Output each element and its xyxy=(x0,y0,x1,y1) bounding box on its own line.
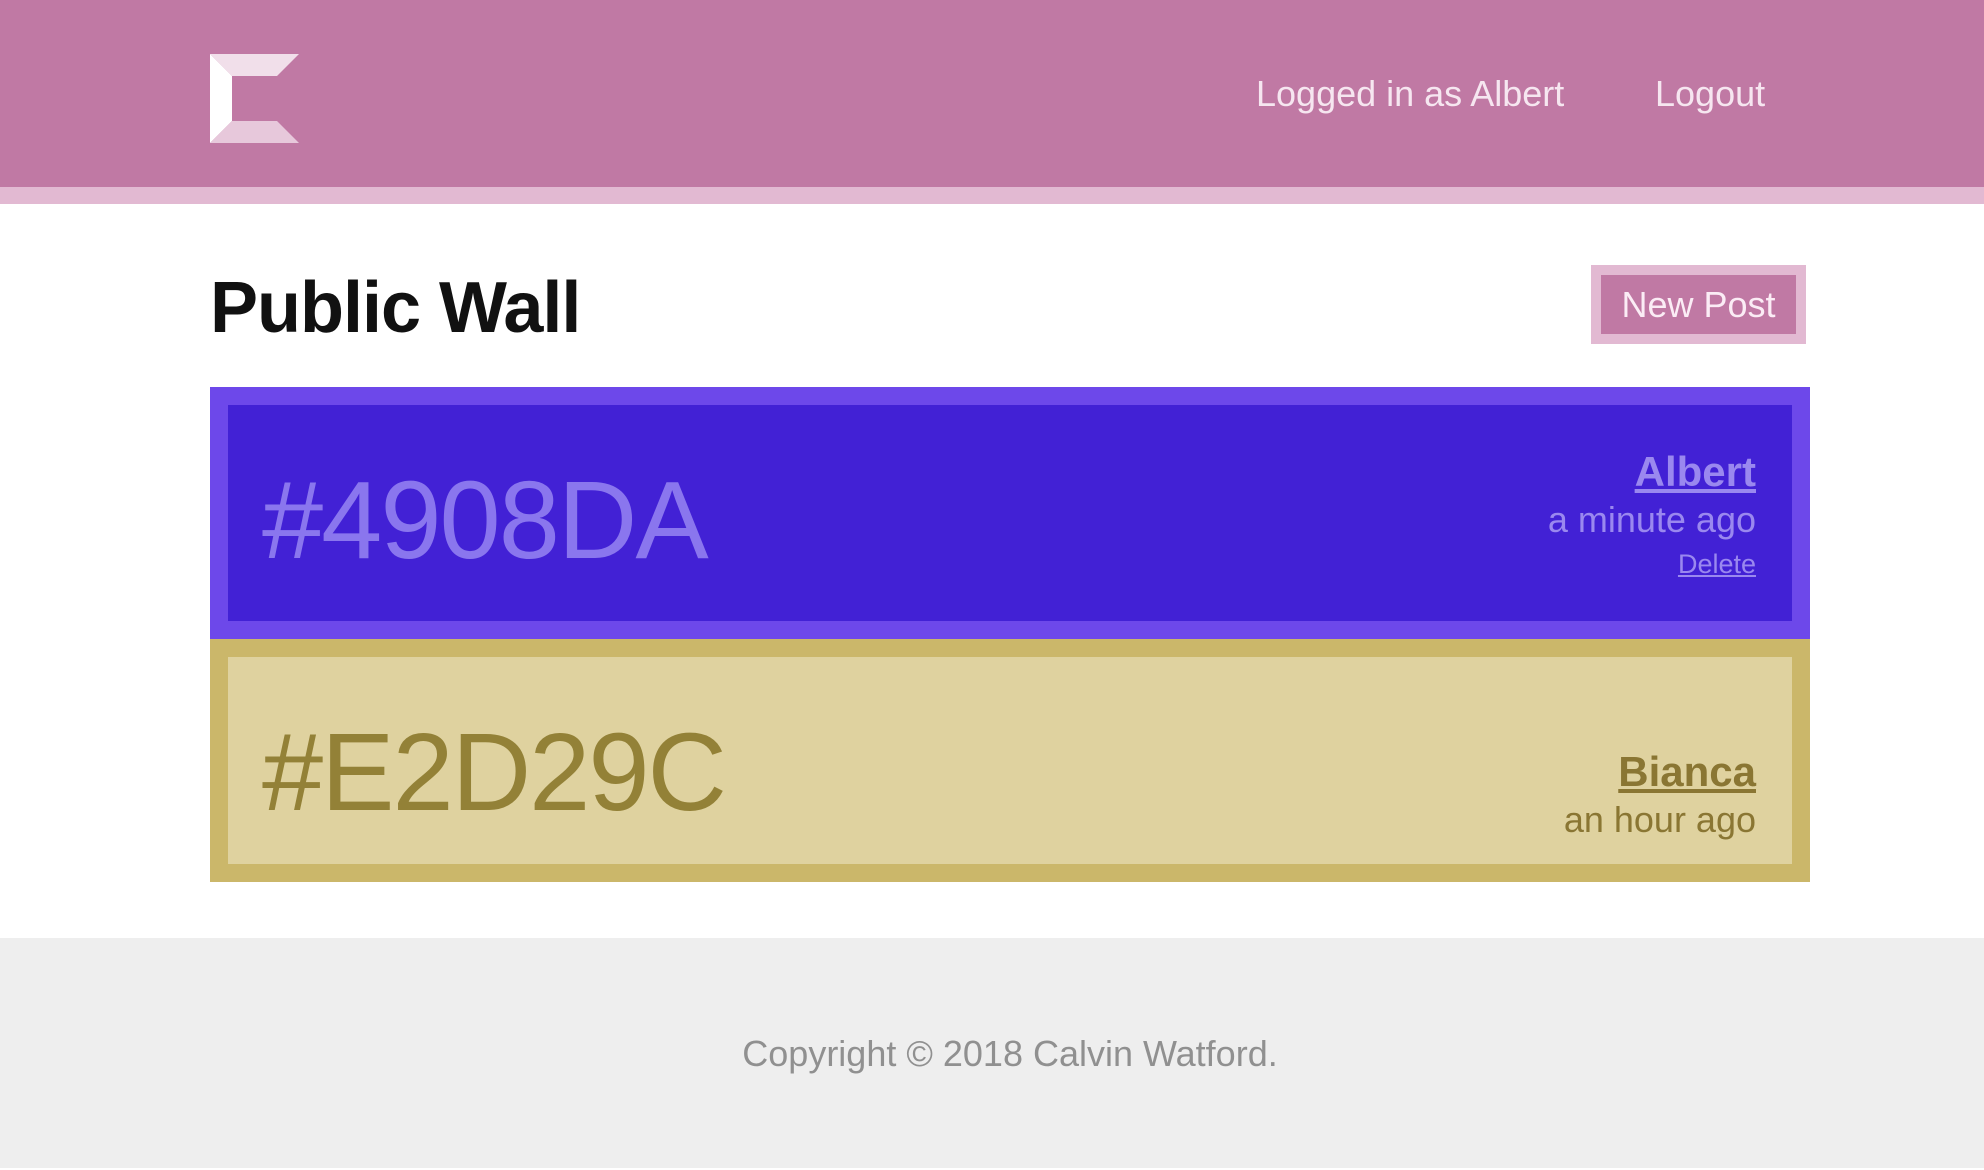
post-card: #E2D29C Bianca an hour ago xyxy=(210,639,1810,882)
post-color-code: #E2D29C xyxy=(262,711,727,834)
post-meta: Bianca an hour ago xyxy=(1564,747,1756,843)
post-timestamp: a minute ago xyxy=(1547,499,1756,540)
page: Logged in as Albert Logout Public Wall N… xyxy=(0,0,1984,1170)
post-author-link[interactable]: Albert xyxy=(1548,447,1756,497)
logout-link[interactable]: Logout xyxy=(1655,72,1765,116)
header-accent-stripe xyxy=(0,187,1984,204)
post-timestamp: an hour ago xyxy=(1563,799,1756,840)
site-footer: Copyright © 2018 Calvin Watford. xyxy=(0,938,1984,1168)
logged-in-status: Logged in as Albert xyxy=(1256,73,1565,114)
delete-post-link[interactable]: Delete xyxy=(1548,547,1756,581)
copyright-text: Copyright © 2018 Calvin Watford. xyxy=(742,1033,1278,1074)
site-header: Logged in as Albert Logout xyxy=(0,0,1984,187)
post-author-link[interactable]: Bianca xyxy=(1564,747,1756,797)
new-post-button[interactable]: New Post xyxy=(1591,265,1806,344)
page-title: Public Wall xyxy=(210,268,581,348)
post-color-code: #4908DA xyxy=(262,459,709,582)
c-logo-icon[interactable] xyxy=(210,54,299,143)
post-meta: Albert a minute ago Delete xyxy=(1548,447,1756,581)
post-card: #4908DA Albert a minute ago Delete xyxy=(210,387,1810,639)
